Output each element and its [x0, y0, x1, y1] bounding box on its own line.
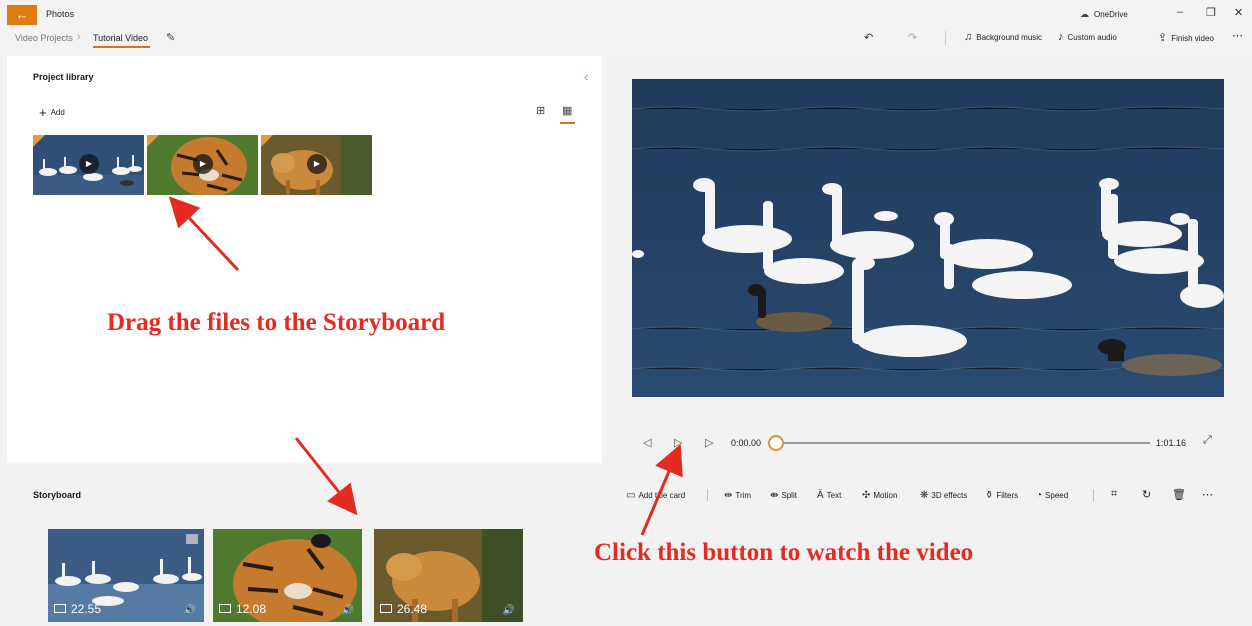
arrow-to-play [640, 443, 683, 536]
arrow-to-storyboard [294, 437, 358, 516]
arrow-to-library [168, 196, 240, 272]
annotation-arrows [168, 196, 683, 536]
